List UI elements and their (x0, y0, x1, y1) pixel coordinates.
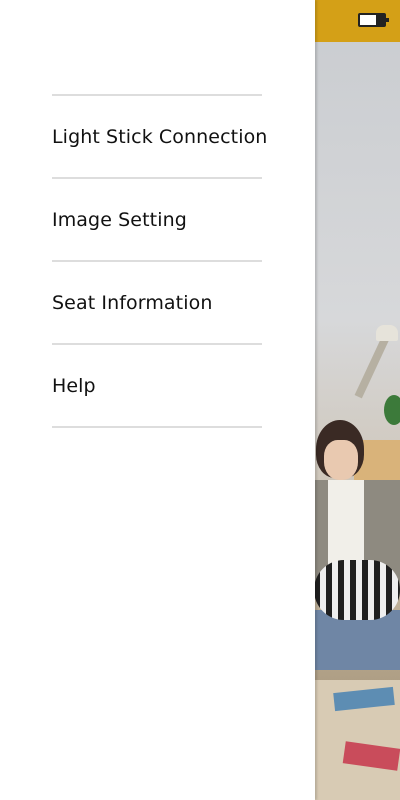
menu-item-light-stick-connection[interactable]: Light Stick Connection (52, 96, 267, 179)
screen: Light Stick Connection Image Setting Sea… (0, 0, 400, 800)
striped-pillow (314, 560, 400, 620)
menu-item-help[interactable]: Help (52, 345, 262, 428)
background-app-photo[interactable] (314, 0, 400, 800)
battery-icon (358, 13, 389, 27)
desk-lamp-head (376, 325, 398, 341)
menu-item-label: Seat Information (52, 291, 213, 314)
menu-item-image-setting[interactable]: Image Setting (52, 179, 262, 262)
person-face (324, 440, 358, 480)
person-shirt (328, 480, 364, 570)
desk-lamp-arm (354, 331, 392, 399)
status-bar (314, 0, 400, 42)
plant (384, 395, 400, 425)
menu-item-label: Light Stick Connection (52, 125, 268, 148)
menu-item-seat-information[interactable]: Seat Information (52, 262, 262, 345)
menu-item-label: Image Setting (52, 208, 187, 231)
menu-item-label: Help (52, 374, 96, 397)
navigation-drawer: Light Stick Connection Image Setting Sea… (0, 0, 315, 800)
drawer-menu: Light Stick Connection Image Setting Sea… (52, 94, 267, 428)
